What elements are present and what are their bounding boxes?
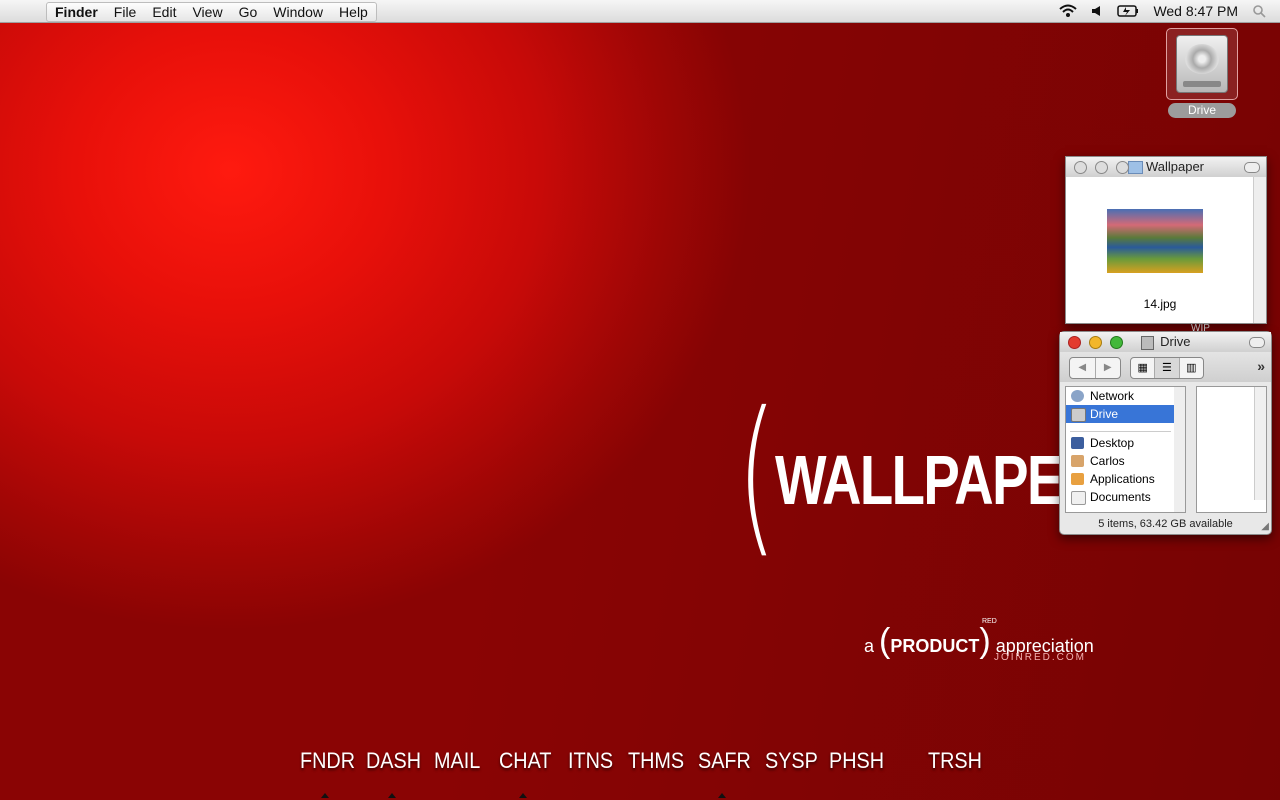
dock-item-mail[interactable]: MAIL (434, 748, 480, 774)
sidebar-item-label: Applications (1090, 472, 1155, 486)
dock-item-safr[interactable]: SAFR (698, 748, 751, 774)
vertical-scrollbar[interactable] (1254, 387, 1266, 500)
sidebar-scrollbar[interactable] (1174, 386, 1186, 513)
wallpaper-parenthesis: ( (737, 376, 777, 574)
tagline-open-paren: ( (879, 622, 891, 660)
dock-item-phsh[interactable]: PHSH (829, 748, 884, 774)
dock-item-itns[interactable]: ITNS (568, 748, 613, 774)
toolbar-overflow-icon[interactable]: » (1257, 358, 1265, 374)
sidebar-item-network[interactable]: Network (1066, 387, 1175, 405)
desktop-folder-icon (1071, 437, 1084, 449)
running-indicator (321, 793, 329, 798)
window-controls (1068, 336, 1123, 349)
hard-drive-icon (1166, 28, 1238, 100)
desktop-icon-drive[interactable]: Drive (1166, 28, 1238, 118)
zoom-button[interactable] (1116, 161, 1129, 174)
documents-icon (1071, 491, 1086, 505)
dock-item-dash[interactable]: DASH (366, 748, 421, 774)
sidebar-divider (1070, 423, 1171, 432)
menu-list: Finder File Edit View Go Window Help (46, 2, 377, 22)
sidebar-item-label: Documents (1090, 490, 1151, 504)
sidebar-item-documents[interactable]: Documents (1066, 488, 1175, 506)
sidebar-item-applications[interactable]: Applications (1066, 470, 1175, 488)
tagline-red: RED (982, 618, 997, 625)
battery-icon[interactable] (1117, 5, 1139, 17)
menu-finder[interactable]: Finder (47, 3, 106, 21)
menu-go[interactable]: Go (231, 3, 266, 21)
close-button[interactable] (1068, 336, 1081, 349)
running-indicator (519, 793, 527, 798)
dock-item-fndr[interactable]: FNDR (300, 748, 355, 774)
wallpaper-window-titlebar[interactable]: Wallpaper (1066, 157, 1266, 177)
sidebar-item-label: Drive (1090, 407, 1119, 421)
image-file-thumbnail[interactable] (1107, 209, 1203, 273)
window-title: Drive (1160, 334, 1191, 349)
back-button[interactable]: ◀ (1070, 358, 1095, 378)
running-indicator (718, 793, 726, 798)
hard-drive-icon (1071, 408, 1086, 422)
forward-button[interactable]: ▶ (1094, 358, 1121, 378)
spotlight-icon[interactable] (1252, 4, 1266, 18)
menu-edit[interactable]: Edit (144, 3, 184, 21)
sidebar-item-label: Network (1090, 389, 1135, 403)
applications-icon (1071, 473, 1084, 485)
resize-handle-icon[interactable]: ◢ (1261, 521, 1269, 532)
menu-window[interactable]: Window (265, 3, 331, 21)
status-menus: Wed 8:47 PM (1059, 0, 1280, 22)
wallpaper-url: JOINRED.COM (994, 652, 1086, 663)
menu-help[interactable]: Help (331, 3, 376, 21)
tagline-prefix: a (864, 636, 875, 656)
finder-sidebar: Network Drive Desktop Carlos Application… (1065, 386, 1176, 513)
dock-item-chat[interactable]: CHAT (499, 748, 551, 774)
close-button[interactable] (1074, 161, 1087, 174)
menu-file[interactable]: File (106, 3, 145, 21)
dock-item-sysp[interactable]: SYSP (765, 748, 818, 774)
column-view-icon[interactable]: ▥ (1180, 358, 1203, 378)
window-status-bar: 5 items, 63.42 GB available (1098, 518, 1233, 530)
icon-view-icon[interactable]: ▦ (1131, 358, 1156, 378)
sidebar-item-carlos[interactable]: Carlos (1066, 452, 1175, 470)
minimize-button[interactable] (1095, 161, 1108, 174)
toolbar-toggle-button[interactable] (1244, 162, 1260, 173)
tagline-product: PRODUCT (890, 636, 980, 656)
volume-icon[interactable] (1091, 5, 1103, 17)
dock-item-trsh[interactable]: TRSH (928, 748, 982, 774)
menu-view[interactable]: View (184, 3, 230, 21)
file-column-pane (1196, 386, 1267, 513)
network-icon (1071, 390, 1084, 402)
sidebar-item-drive[interactable]: Drive (1066, 405, 1175, 423)
sidebar-item-desktop[interactable]: Desktop (1066, 434, 1175, 452)
finder-toolbar: ◀ ▶ ▦ ☰ ▥ » (1060, 352, 1271, 382)
drive-window-titlebar[interactable]: Drive (1060, 332, 1271, 352)
file-name[interactable]: 14.jpg (1066, 297, 1254, 311)
menu-bar: Finder File Edit View Go Window Help Wed… (0, 0, 1280, 23)
minimize-button[interactable] (1089, 336, 1102, 349)
clock[interactable]: Wed 8:47 PM (1153, 3, 1238, 19)
wallpaper-headline: WALLPAPER (775, 441, 1101, 519)
nav-buttons: ◀ ▶ (1069, 357, 1121, 379)
drive-window: Drive ◀ ▶ ▦ ☰ ▥ » Network Drive Desktop … (1059, 331, 1272, 535)
zoom-button[interactable] (1110, 336, 1123, 349)
hard-drive-icon (1140, 335, 1154, 350)
dock: FNDR DASH MAIL CHAT ITNS THMS SAFR SYSP … (0, 748, 1280, 798)
list-view-icon[interactable]: ☰ (1155, 358, 1180, 378)
toolbar-toggle-button[interactable] (1249, 337, 1265, 348)
window-title: Wallpaper (1145, 159, 1205, 174)
running-indicator (388, 793, 396, 798)
window-controls (1074, 161, 1129, 174)
vertical-scrollbar[interactable] (1253, 177, 1266, 323)
sidebar-item-label: Carlos (1090, 454, 1125, 468)
desktop-icon-label: Drive (1168, 103, 1236, 118)
folder-icon (1127, 161, 1143, 175)
desktop: { "menubar": { "apple_icon": "apple-icon… (0, 0, 1280, 800)
sidebar-item-label: Desktop (1090, 436, 1135, 450)
wifi-icon[interactable] (1059, 4, 1078, 18)
home-icon (1071, 455, 1084, 467)
view-switcher: ▦ ☰ ▥ (1130, 357, 1204, 379)
file-area: 14.jpg (1066, 177, 1254, 323)
tagline-close-paren: ) (979, 622, 991, 660)
dock-item-thms[interactable]: THMS (628, 748, 684, 774)
wallpaper-window: Wallpaper 14.jpg (1065, 156, 1267, 324)
